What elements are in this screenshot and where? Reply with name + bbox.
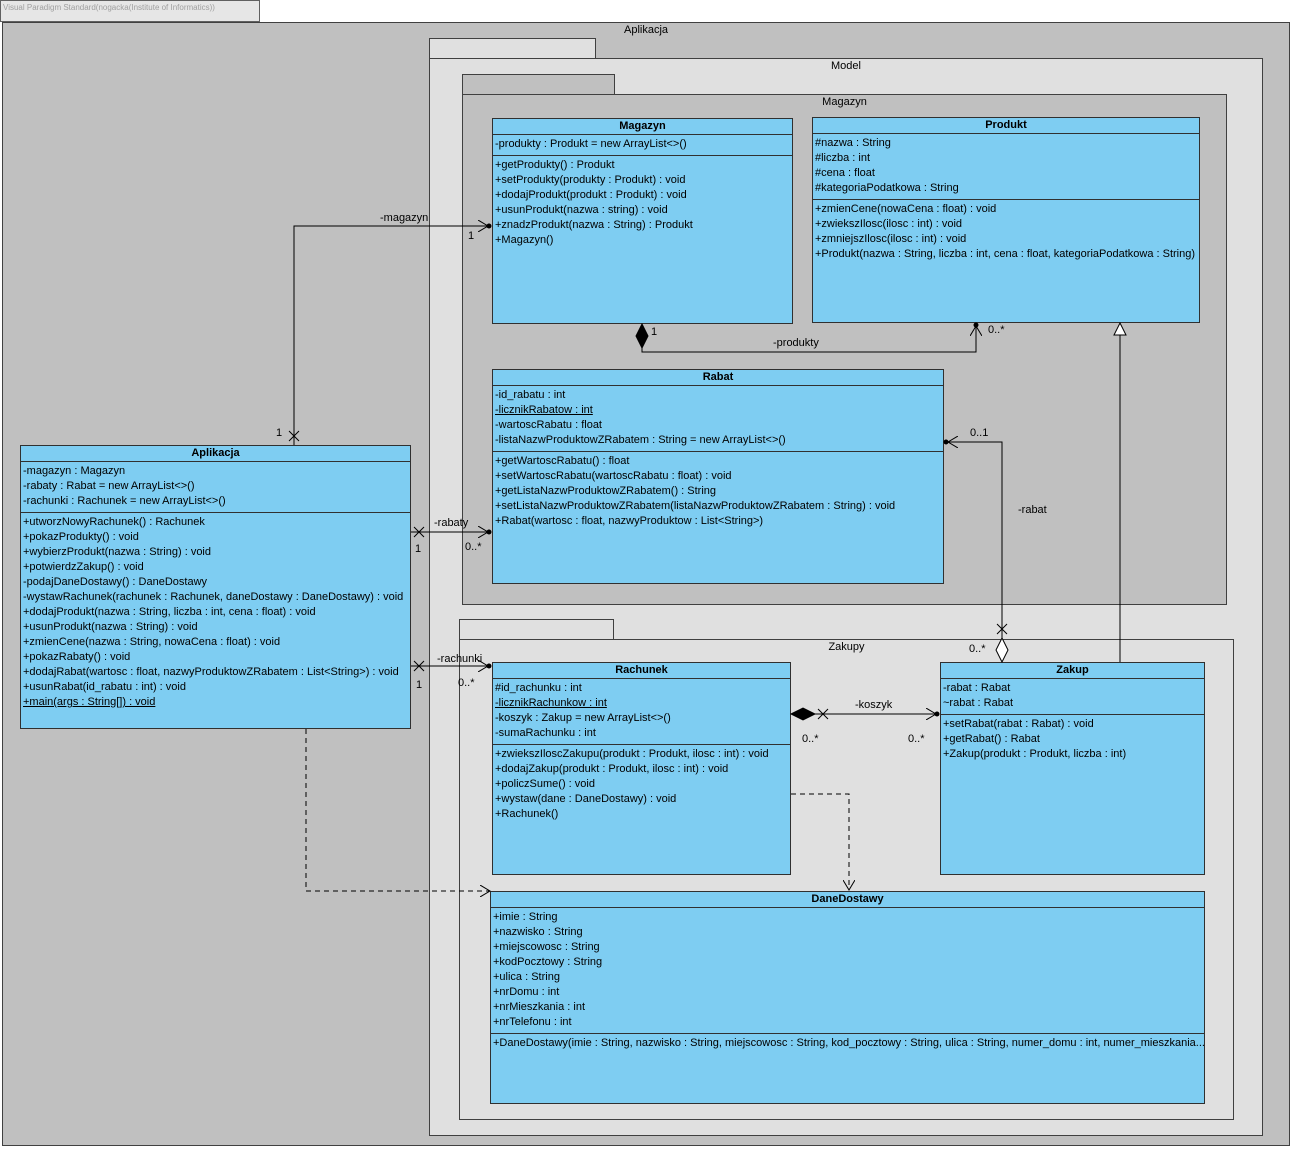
composition-diamond-icon [789, 707, 817, 721]
association-rabat-line[interactable] [943, 440, 1009, 664]
label-produkty-target-mult: 0..* [988, 324, 1005, 336]
label-rabaty-role: -rabaty [434, 517, 469, 529]
label-rachunki-source-mult: 1 [416, 679, 423, 691]
label-produkty-source-mult: 1 [651, 326, 658, 338]
label-rabaty-source-mult: 1 [415, 543, 422, 555]
label-rachunki-target-mult: 0..* [458, 677, 475, 689]
label-koszyk-target-mult: 0..* [908, 733, 925, 745]
label-rabat-target-mult: 0..1 [970, 427, 989, 439]
generalization-zakup-produkt[interactable] [1113, 321, 1127, 662]
generalization-triangle-icon [1113, 321, 1127, 336]
dependency-rachunek-danedostawy[interactable] [791, 793, 849, 890]
aggregation-diamond-icon [995, 636, 1009, 664]
composition-diamond-icon [635, 322, 649, 350]
label-koszyk-role: -koszyk [855, 699, 893, 711]
dependency-aplikacja-danedostawy[interactable] [305, 729, 490, 891]
connectors-layer [288, 0, 1127, 1150]
label-rabat-role: -rabat [1018, 504, 1047, 516]
label-magazyn-source-mult: 1 [276, 427, 283, 439]
label-magazyn-role: -magazyn [380, 212, 429, 224]
label-rabaty-target-mult: 0..* [465, 541, 482, 553]
association-magazyn-line[interactable] [288, 224, 492, 446]
label-rachunki-role: -rachunki [437, 653, 483, 665]
label-magazyn-target-mult: 1 [468, 230, 475, 242]
label-rabat-source-mult: 0..* [969, 643, 986, 655]
label-produkty-role: -produkty [773, 337, 819, 349]
label-koszyk-source-mult: 0..* [802, 733, 819, 745]
